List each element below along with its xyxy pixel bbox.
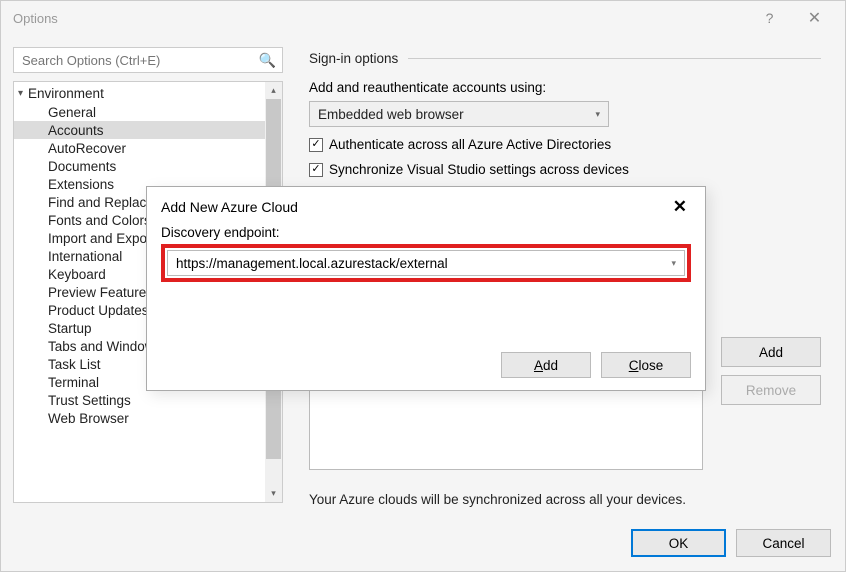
tree-item-general[interactable]: General [44, 103, 265, 121]
tree-item-autorecover[interactable]: AutoRecover [44, 139, 265, 157]
cancel-button[interactable]: Cancel [736, 529, 831, 557]
modal-title: Add New Azure Cloud [161, 199, 298, 215]
modal-footer: Add Close [501, 352, 691, 378]
tree-root-label: Environment [28, 86, 104, 101]
modal-titlebar: Add New Azure Cloud ✕ [147, 187, 705, 221]
scroll-up-icon[interactable]: ▴ [265, 82, 282, 99]
add-azure-cloud-dialog: Add New Azure Cloud ✕ Discovery endpoint… [146, 186, 706, 391]
search-box[interactable]: 🔍 [13, 47, 283, 73]
discovery-endpoint-input[interactable]: https://management.local.azurestack/exte… [167, 250, 685, 276]
reauth-combo-value: Embedded web browser [318, 107, 464, 122]
remove-cloud-button: Remove [721, 375, 821, 405]
sync-info-text: Your Azure clouds will be synchronized a… [309, 492, 686, 507]
checkbox-checked-icon[interactable]: ✓ [309, 138, 323, 152]
ok-button[interactable]: OK [631, 529, 726, 557]
signin-section-label: Sign-in options [309, 51, 398, 66]
discovery-endpoint-label: Discovery endpoint: [161, 225, 691, 240]
reauth-combo[interactable]: Embedded web browser ▾ [309, 101, 609, 127]
dialog-footer: OK Cancel [1, 515, 845, 571]
caret-down-icon: ▾ [18, 88, 23, 99]
auth-all-dirs-label: Authenticate across all Azure Active Dir… [329, 137, 611, 152]
signin-section-header: Sign-in options [309, 51, 821, 66]
tree-item-web-browser[interactable]: Web Browser [44, 409, 265, 427]
chevron-down-icon: ▾ [671, 258, 676, 269]
help-icon[interactable]: ? [747, 3, 792, 33]
tree-root[interactable]: ▾ Environment [14, 84, 265, 103]
section-rule [408, 58, 821, 59]
search-icon: 🔍 [259, 52, 276, 69]
modal-body: Discovery endpoint: https://management.l… [147, 221, 705, 286]
cloud-side-buttons: Add Remove [721, 337, 821, 405]
search-input[interactable] [20, 52, 259, 69]
add-cloud-button[interactable]: Add [721, 337, 821, 367]
tree-item-trust-settings[interactable]: Trust Settings [44, 391, 265, 409]
options-dialog: Options ? ✕ 🔍 ▾ Environment GeneralAccou… [0, 0, 846, 572]
scroll-down-icon[interactable]: ▾ [265, 485, 282, 502]
modal-close-button[interactable]: Close [601, 352, 691, 378]
window-title: Options [13, 11, 747, 26]
discovery-endpoint-value: https://management.local.azurestack/exte… [176, 256, 448, 271]
reauth-label: Add and reauthenticate accounts using: [309, 80, 821, 95]
checkbox-checked-icon[interactable]: ✓ [309, 163, 323, 177]
titlebar: Options ? ✕ [1, 1, 845, 35]
sync-settings-label: Synchronize Visual Studio settings acros… [329, 162, 629, 177]
highlighted-input-frame: https://management.local.azurestack/exte… [161, 244, 691, 282]
sync-settings-row[interactable]: ✓ Synchronize Visual Studio settings acr… [309, 162, 821, 177]
tree-item-accounts[interactable]: Accounts [14, 121, 265, 139]
modal-close-icon[interactable]: ✕ [667, 197, 693, 217]
tree-item-documents[interactable]: Documents [44, 157, 265, 175]
modal-add-button[interactable]: Add [501, 352, 591, 378]
close-window-icon[interactable]: ✕ [792, 3, 837, 33]
chevron-down-icon: ▾ [595, 109, 600, 120]
auth-all-dirs-row[interactable]: ✓ Authenticate across all Azure Active D… [309, 137, 821, 152]
